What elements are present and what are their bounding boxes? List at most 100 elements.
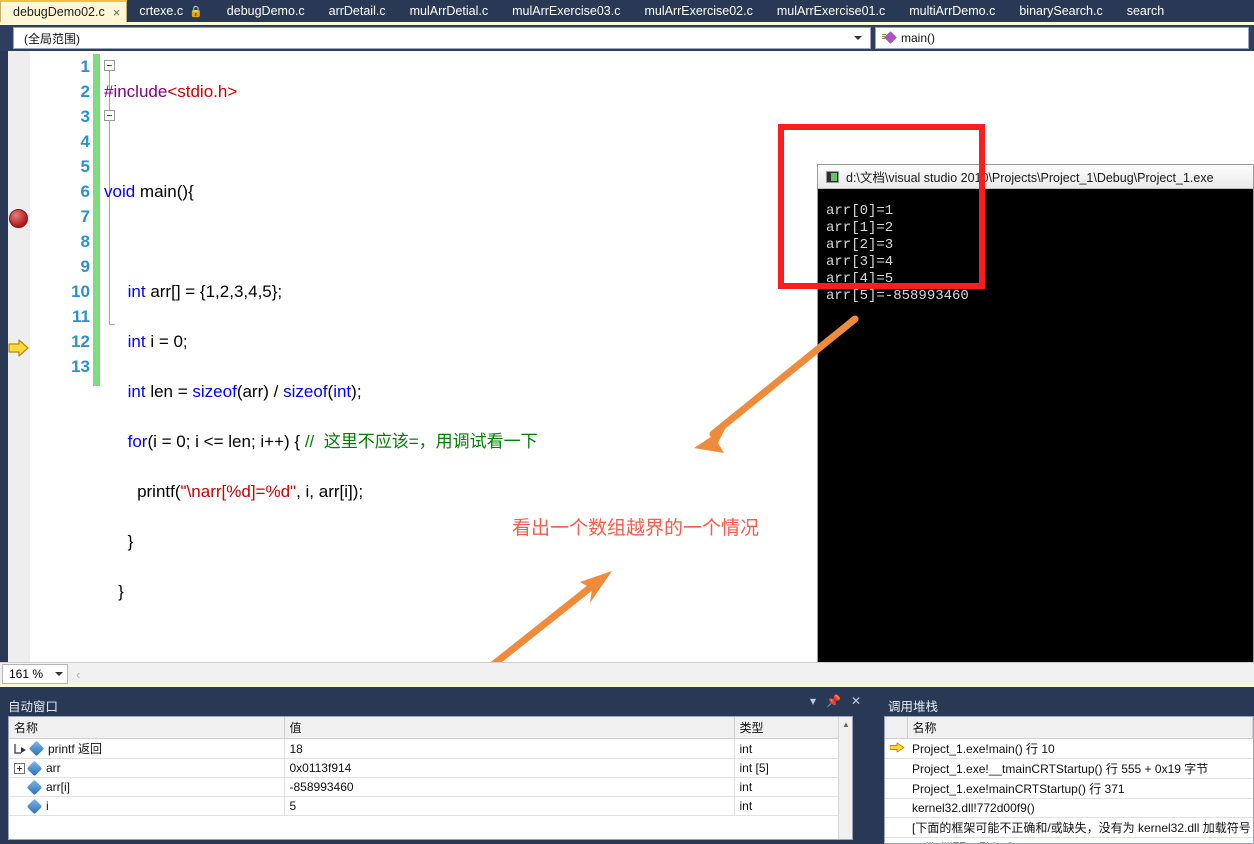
tab-arrDetail[interactable]: arrDetail.c	[317, 0, 398, 22]
tab-label: binarySearch.c	[1019, 4, 1103, 18]
autos-vertical-scrollbar[interactable]: ▲	[838, 717, 852, 839]
tab-binarySearch[interactable]: binarySearch.c	[1007, 0, 1114, 22]
table-row[interactable]: kernel32.dll!772d00f9()	[885, 798, 1253, 818]
column-header-name[interactable]: 名称	[9, 717, 285, 739]
tab-label: arrDetail.c	[328, 4, 386, 18]
console-output-text: arr[0]=1 arr[1]=2 arr[2]=3 arr[3]=4 arr[…	[826, 203, 969, 304]
tab-mulArrExercise03[interactable]: mulArrExercise03.c	[500, 0, 632, 22]
table-row[interactable]: i 5 int	[9, 796, 841, 816]
autos-panel-titlebar-buttons: ▾ 📌 ✕	[810, 694, 861, 708]
lock-icon: 🔒	[189, 5, 203, 18]
code-text[interactable]: #include<stdio.h> void main(){ int arr[]…	[104, 54, 538, 654]
autos-name-cell[interactable]: arr	[9, 758, 285, 778]
annotation-note-text: 看出一个数组越界的一个情况	[512, 518, 760, 539]
keyword-int: int	[127, 282, 146, 301]
autos-name-cell[interactable]: i	[9, 796, 285, 816]
callstack-frame-marker	[885, 778, 907, 799]
line-number: 11	[72, 307, 90, 326]
column-header-value[interactable]: 值	[284, 717, 735, 739]
callstack-frame-text[interactable]: kernel32.dll!772d00f9()	[907, 798, 1253, 818]
table-row[interactable]: ntdll.dll!77aa7bbe()	[885, 837, 1253, 843]
console-output-window[interactable]: d:\文档\visual studio 2010\Projects\Projec…	[817, 164, 1254, 696]
line-number: 3	[80, 107, 90, 126]
scroll-up-icon[interactable]: ▲	[839, 717, 852, 731]
autos-name-cell[interactable]: arr[i]	[9, 777, 285, 797]
code-text-run: arr[] = {1,2,3,4,5};	[145, 282, 283, 301]
callstack-frame-marker	[885, 837, 907, 843]
tab-mulArrDetial[interactable]: mulArrDetial.c	[398, 0, 501, 22]
callstack-frame-text[interactable]: Project_1.exe!main() 行 10	[907, 738, 1253, 759]
code-line-5: int arr[] = {1,2,3,4,5};	[104, 279, 538, 304]
table-row[interactable]: Project_1.exe!__tmainCRTStartup() 行 555 …	[885, 758, 1253, 779]
column-header-type[interactable]: 类型	[734, 717, 841, 739]
member-dropdown[interactable]: main()	[875, 27, 1249, 49]
autos-name-label: arr	[46, 761, 61, 775]
line-number: 9	[80, 257, 90, 276]
code-line-8: for(i = 0; i <= len; i++) { // 这里不应该=，用调…	[104, 429, 538, 454]
chevron-left-icon[interactable]: ‹	[76, 667, 80, 682]
keyword-void: void	[104, 182, 136, 201]
panel-splitter[interactable]	[858, 687, 880, 844]
table-row[interactable]: arr 0x0113f914 int [5]	[9, 758, 841, 778]
code-text-run: len =	[145, 382, 193, 401]
callstack-frame-text[interactable]: Project_1.exe!__tmainCRTStartup() 行 555 …	[907, 758, 1253, 779]
zoom-level-label: 161 %	[9, 667, 44, 681]
autos-type-cell: int	[734, 738, 841, 759]
callstack-current-frame-marker	[885, 738, 907, 759]
column-header-name[interactable]: 名称	[907, 717, 1253, 739]
tab-crtexe[interactable]: crtexe.c 🔒	[127, 0, 214, 22]
keyword-int: int	[127, 382, 146, 401]
tab-mulArrExercise01[interactable]: mulArrExercise01.c	[765, 0, 897, 22]
autos-value-cell[interactable]: 18	[284, 738, 735, 759]
tab-label: crtexe.c	[139, 4, 184, 18]
tab-debugDemo02[interactable]: debugDemo02.c ×	[0, 0, 128, 22]
callstack-frame-text[interactable]: [下面的框架可能不正确和/或缺失，没有为 kernel32.dll 加载符号	[907, 817, 1253, 838]
close-icon[interactable]: ×	[113, 6, 121, 19]
member-dropdown-label: main()	[901, 31, 936, 45]
call-stack-grid[interactable]: 名称 Project_1.exe!main() 行 10 Project_1.e…	[884, 716, 1254, 844]
chevron-down-icon[interactable]: ▾	[810, 694, 816, 708]
expander-plus-icon[interactable]	[14, 762, 25, 774]
code-text-run: main(){	[135, 182, 194, 201]
line-number: 2	[80, 82, 90, 101]
keyword-int: int	[333, 382, 352, 401]
table-header-row: 名称 值 类型	[9, 717, 841, 739]
callstack-panel-title[interactable]: 调用堆栈	[888, 694, 938, 716]
line-number-column: 1 2 3 4 5 6 7 8 9 10 11 12 13	[34, 51, 90, 379]
zoom-level-dropdown[interactable]: 161 %	[2, 664, 68, 684]
pin-icon[interactable]: 📌	[826, 694, 841, 708]
table-row[interactable]: [下面的框架可能不正确和/或缺失，没有为 kernel32.dll 加载符号	[885, 817, 1253, 838]
callstack-frame-text[interactable]: Project_1.exe!mainCRTStartup() 行 371	[907, 778, 1253, 799]
code-line-9: printf("\narr[%d]=%d", i, arr[i]);	[104, 479, 538, 504]
chevron-down-icon[interactable]	[55, 672, 63, 676]
console-title-bar[interactable]: d:\文档\visual studio 2010\Projects\Projec…	[818, 165, 1253, 189]
autos-value-cell[interactable]: 0x0113f914	[284, 758, 735, 778]
scope-dropdown[interactable]: (全局范围)	[13, 27, 871, 49]
callstack-frame-text[interactable]: ntdll.dll!77aa7bbe()	[907, 837, 1253, 843]
chevron-down-icon[interactable]	[854, 36, 862, 40]
table-row[interactable]: printf 返回 18 int	[9, 738, 841, 759]
autos-value-cell[interactable]: -858993460	[284, 777, 735, 797]
autos-variables-grid[interactable]: 名称 值 类型 printf 返回 18 int arr 0x0113f914 …	[8, 716, 853, 840]
code-editor[interactable]: 1 2 3 4 5 6 7 8 9 10 11 12 13 #include<s…	[0, 51, 1254, 696]
autos-panel-title[interactable]: 自动窗口	[8, 694, 58, 716]
callstack-table: 名称 Project_1.exe!main() 行 10 Project_1.e…	[885, 717, 1253, 843]
table-row[interactable]: Project_1.exe!main() 行 10	[885, 738, 1253, 759]
tab-search[interactable]: search	[1115, 0, 1177, 22]
autos-type-cell: int	[734, 796, 841, 816]
breakpoint-icon[interactable]	[9, 209, 28, 228]
table-row[interactable]: arr[i] -858993460 int	[9, 777, 841, 797]
keyword-sizeof: sizeof	[192, 382, 237, 401]
autos-name-cell[interactable]: printf 返回	[9, 738, 285, 759]
tab-label: mulArrDetial.c	[409, 4, 489, 18]
autos-name-label: i	[46, 799, 49, 813]
changed-lines-indicator	[93, 54, 100, 386]
tab-debugDemo[interactable]: debugDemo.c	[215, 0, 317, 22]
tab-multiArrDemo[interactable]: multiArrDemo.c	[897, 0, 1007, 22]
tab-mulArrExercise02[interactable]: mulArrExercise02.c	[632, 0, 764, 22]
keyword-for: for	[127, 432, 148, 451]
current-frame-arrow-icon	[890, 742, 905, 752]
field-icon	[28, 740, 45, 757]
autos-value-cell[interactable]: 5	[284, 796, 735, 816]
table-row[interactable]: Project_1.exe!mainCRTStartup() 行 371	[885, 778, 1253, 799]
